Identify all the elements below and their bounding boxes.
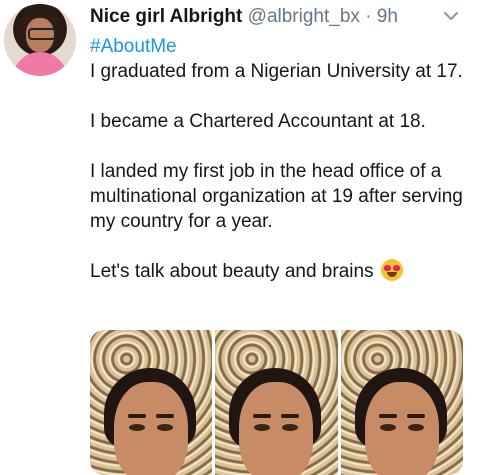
avatar-shirt <box>12 52 68 76</box>
tweet[interactable]: Nice girl Albright @albright_bx · 9h #Ab… <box>0 0 496 475</box>
tweet-paragraph: I landed my first job in the head office… <box>90 161 463 232</box>
tweet-time[interactable]: 9h <box>377 6 398 27</box>
photo-3[interactable] <box>340 330 463 475</box>
media-grid <box>90 330 463 475</box>
photo-2[interactable] <box>215 330 338 475</box>
tweet-text: #AboutMe I graduated from a Nigerian Uni… <box>90 34 480 284</box>
chevron-down-icon[interactable] <box>442 9 460 23</box>
tweet-header: Nice girl Albright @albright_bx · 9h <box>90 4 398 30</box>
avatar-glasses <box>28 28 56 40</box>
tweet-paragraph: Let's talk about beauty and brains <box>90 261 374 282</box>
author-name[interactable]: Nice girl Albright <box>90 6 242 27</box>
photo-1[interactable] <box>90 330 213 475</box>
separator-dot: · <box>365 6 372 27</box>
heart-eyes-emoji-icon <box>380 259 403 281</box>
hashtag-link[interactable]: #AboutMe <box>90 36 177 57</box>
tweet-paragraph: I graduated from a Nigerian University a… <box>90 61 463 82</box>
tweet-paragraph: I became a Chartered Accountant at 18. <box>90 111 426 132</box>
avatar[interactable] <box>4 4 76 76</box>
author-handle[interactable]: @albright_bx <box>248 6 360 27</box>
